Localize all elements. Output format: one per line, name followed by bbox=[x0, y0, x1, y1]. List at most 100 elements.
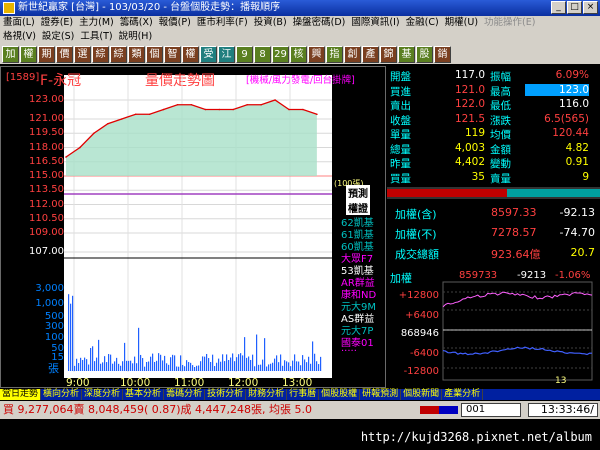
index-label: 加權(含) bbox=[395, 208, 437, 221]
menu-item-quotes[interactable]: 報價(P) bbox=[156, 16, 194, 30]
side-list-item[interactable]: 權證 bbox=[346, 200, 370, 215]
toolbar-button-18[interactable]: 指 bbox=[326, 45, 343, 63]
toolbar-button-5[interactable]: 綜 bbox=[92, 45, 109, 63]
menu-item-investment[interactable]: 投資(B) bbox=[251, 16, 290, 30]
menu-item-screen[interactable]: 畫面(L) bbox=[0, 16, 38, 30]
tab-8[interactable]: 個股股權 bbox=[319, 389, 361, 400]
toolbar-button-17[interactable]: 興 bbox=[308, 45, 325, 63]
quote-value: 6.5(565) bbox=[544, 112, 589, 125]
chart-title: 量價走勢圖 bbox=[145, 73, 215, 89]
toolbar-button-3[interactable]: 價 bbox=[56, 45, 73, 63]
time-tick-label: 12:00 bbox=[228, 377, 259, 389]
mini-axis-label: +6400 bbox=[405, 310, 439, 321]
menu-item-settings[interactable]: 設定(S) bbox=[39, 30, 77, 44]
tab-9[interactable]: 研報預測 bbox=[360, 389, 402, 400]
tab-7[interactable]: 行事曆 bbox=[287, 389, 320, 400]
volume-tick-label: 3,000 bbox=[35, 283, 64, 294]
toolbar-button-9[interactable]: 智 bbox=[164, 45, 181, 63]
quote-value: 0.91 bbox=[565, 156, 589, 168]
toolbar-button-10[interactable]: 權 bbox=[182, 45, 199, 63]
index-change: 20.7 bbox=[570, 246, 596, 259]
time-tick-label: 13:00 bbox=[282, 377, 313, 389]
quote-label: 漲跌 bbox=[490, 114, 511, 127]
close-button[interactable]: × bbox=[583, 1, 598, 14]
tab-3[interactable]: 基本分析 bbox=[123, 389, 165, 400]
quote-value: 35 bbox=[471, 170, 485, 183]
toolbar-button-0[interactable]: 加 bbox=[2, 45, 19, 63]
buy-sell-ratio-bar bbox=[387, 187, 600, 199]
menu-item-trading-code[interactable]: 操盤密碼(D) bbox=[290, 16, 349, 30]
tab-0[interactable]: 當日走勢 bbox=[0, 389, 42, 400]
tab-6[interactable]: 財務分析 bbox=[246, 389, 288, 400]
toolbar-button-4[interactable]: 選 bbox=[74, 45, 91, 63]
quote-label: 均價 bbox=[490, 129, 511, 141]
menu-item-view[interactable]: 格視(V) bbox=[0, 30, 39, 44]
maximize-button[interactable]: □ bbox=[567, 1, 582, 14]
toolbar-button-22[interactable]: 基 bbox=[398, 45, 415, 63]
quote-value: 4,003 bbox=[454, 141, 485, 154]
volume-tick-label: 300 bbox=[44, 321, 64, 332]
menu-item-international[interactable]: 國際資訊(I) bbox=[348, 16, 402, 30]
menu-item-main-force[interactable]: 主力(M) bbox=[76, 16, 117, 30]
index-label: 成交總額 bbox=[395, 248, 439, 261]
menu-item-function[interactable]: 功能操作(E) bbox=[481, 16, 538, 30]
market-ticker: 買 9,277,064賣 8,048,459( 0.87)成 4,447,248… bbox=[3, 403, 312, 416]
quote-value: 119 bbox=[464, 127, 485, 139]
quote-value: 121.0 bbox=[454, 83, 485, 96]
side-list-item[interactable]: 預測 bbox=[346, 185, 370, 200]
menu-item-forex-rates[interactable]: 匯市利率(F) bbox=[194, 16, 251, 30]
toolbar-button-15[interactable]: 29 bbox=[272, 45, 289, 63]
tab-5[interactable]: 技術分析 bbox=[205, 389, 247, 400]
minimize-button[interactable]: _ bbox=[551, 1, 566, 14]
menu-item-finance[interactable]: 金融(C) bbox=[403, 16, 442, 30]
side-list-item[interactable]: ····· bbox=[341, 346, 357, 357]
taiex-mini-chart[interactable]: 加權 859733 -9213 -1.06% +12800 +6400 868946 -640… bbox=[387, 268, 600, 388]
quote-row: 買進 121.0 最高 123.0 bbox=[387, 83, 600, 98]
status-bar: 買 9,277,064賣 8,048,459( 0.87)成 4,447,248… bbox=[0, 401, 600, 419]
toolbar-button-1[interactable]: 權 bbox=[20, 45, 37, 63]
tab-4[interactable]: 籌碼分析 bbox=[164, 389, 206, 400]
quote-label: 賣出 bbox=[390, 100, 411, 112]
quote-label: 開盤 bbox=[390, 71, 411, 83]
toolbar-button-23[interactable]: 股 bbox=[416, 45, 433, 63]
menu-item-tools[interactable]: 工具(T) bbox=[77, 30, 115, 44]
toolbar-button-2[interactable]: 期 bbox=[38, 45, 55, 63]
page-slot-field[interactable]: 001 bbox=[461, 403, 521, 417]
tab-1[interactable]: 橫向分析 bbox=[41, 389, 83, 400]
toolbar-button-8[interactable]: 個 bbox=[146, 45, 163, 63]
toolbar: 加權期價選綜綜類個智權受江 9 8 29 核興指創產錦基股銷 bbox=[0, 44, 600, 64]
tab-10[interactable]: 個股新聞 bbox=[401, 389, 443, 400]
quote-label: 昨量 bbox=[390, 158, 411, 170]
window-title-bar: 新世紀贏家 [台灣] - 103/03/20 - 台盤個股走勢：播報順序 _ □… bbox=[0, 0, 600, 16]
menu-item-help[interactable]: 說明(H) bbox=[116, 30, 156, 44]
index-value: 7278.57 bbox=[491, 226, 537, 239]
toolbar-button-13[interactable]: 9 bbox=[236, 45, 253, 63]
toolbar-button-14[interactable]: 8 bbox=[254, 45, 271, 63]
toolbar-button-16[interactable]: 核 bbox=[290, 45, 307, 63]
mini-chart-change: -9213 bbox=[517, 270, 547, 281]
tab-11[interactable]: 產業分析 bbox=[442, 389, 484, 400]
toolbar-button-11[interactable]: 受 bbox=[200, 45, 217, 63]
industry-tag[interactable]: [機械/風力發電/回台掛牌] bbox=[246, 72, 355, 86]
tab-2[interactable]: 深度分析 bbox=[82, 389, 124, 400]
toolbar-button-12[interactable]: 江 bbox=[218, 45, 235, 63]
price-tick-label: 116.50 bbox=[29, 155, 64, 167]
quote-label: 賣量 bbox=[490, 172, 511, 185]
menu-item-chips[interactable]: 籌碼(X) bbox=[117, 16, 156, 30]
toolbar-button-7[interactable]: 類 bbox=[128, 45, 145, 63]
menu-item-securities[interactable]: 證券(E) bbox=[38, 16, 76, 30]
quote-label: 買進 bbox=[390, 85, 411, 98]
toolbar-button-20[interactable]: 產 bbox=[362, 45, 379, 63]
index-row: 加權(不) 7278.57 -74.70 bbox=[393, 226, 598, 242]
menu-item-options[interactable]: 期權(U) bbox=[442, 16, 481, 30]
chart-plot-area[interactable] bbox=[64, 75, 332, 378]
toolbar-button-19[interactable]: 創 bbox=[344, 45, 361, 63]
watermark-url: http://kujd3268.pixnet.net/album bbox=[360, 430, 592, 444]
quote-value: 6.09% bbox=[555, 69, 589, 81]
quote-label: 買量 bbox=[390, 172, 411, 185]
toolbar-button-24[interactable]: 銷 bbox=[434, 45, 451, 63]
price-tick-label: 112.00 bbox=[29, 198, 64, 210]
mini-axis-label: +12800 bbox=[398, 290, 439, 301]
toolbar-button-21[interactable]: 錦 bbox=[380, 45, 397, 63]
toolbar-button-6[interactable]: 綜 bbox=[110, 45, 127, 63]
